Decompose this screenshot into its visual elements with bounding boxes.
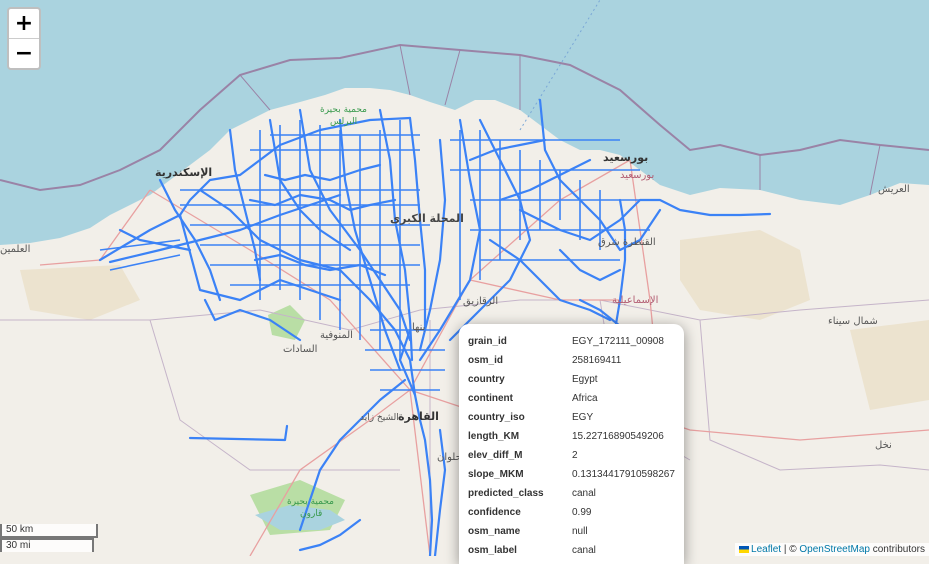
attribute-key: osm_label [468, 545, 517, 556]
feature-attributes-table: grain_id EGY_172111_00908 osm_id 258169411 c… [468, 332, 675, 560]
attribute-value: Egypt [572, 374, 598, 385]
attribute-value: 2 [572, 450, 578, 461]
label-banha: بنها [412, 322, 425, 333]
attribute-key: length_KM [468, 431, 520, 442]
attribution-suffix: contributors [869, 544, 925, 555]
attribute-value: Africa [572, 393, 598, 404]
label-cairo: القاهرة [398, 410, 439, 423]
popup-row: osm_id 258169411 [468, 351, 675, 370]
label-port-said-sub: بورسعيد [620, 170, 654, 181]
scale-control: 50 km 30 mi [0, 524, 98, 552]
label-arish: العريش [878, 184, 910, 195]
label-alamein: العلمين [0, 244, 30, 255]
osm-link[interactable]: OpenStreetMap [799, 544, 870, 555]
attribute-value: canal [572, 545, 596, 556]
popup-row: confidence 0.99 [468, 503, 675, 522]
popup-row: grain_id EGY_172111_00908 [468, 332, 675, 351]
zoom-out-button[interactable]: − [9, 38, 39, 68]
attribute-key: osm_name [468, 526, 521, 537]
attribute-key: confidence [468, 507, 521, 518]
ukraine-flag-icon [739, 545, 750, 553]
attribution: Leaflet | © OpenStreetMap contributors [735, 543, 929, 556]
scale-metric: 50 km [0, 524, 98, 538]
label-zagazig: الزقازيق [463, 296, 498, 307]
popup-row: continent Africa [468, 389, 675, 408]
attribute-key: predicted_class [468, 488, 544, 499]
label-sheikh-zayed: الشيخ زايد [360, 413, 399, 423]
label-nakhl: نخل [875, 440, 892, 451]
leaflet-link[interactable]: Leaflet [751, 544, 781, 555]
label-port-said: بورسعيد [603, 151, 648, 164]
label-burullus-1: محمية بحيرة [320, 105, 367, 115]
popup-row: slope_MKM 0.13134417910598267 [468, 465, 675, 484]
label-ismailia: الإسماعيلية [612, 295, 658, 306]
label-menoufia: المنوفية [320, 330, 353, 341]
attribute-value: canal [572, 488, 596, 499]
attribute-value: 0.13134417910598267 [572, 469, 675, 480]
label-mahalla: المحلة الكبرى [390, 212, 464, 225]
attribute-value: 258169411 [572, 355, 622, 366]
label-qarun-1: محمية بحيرة [287, 497, 334, 507]
popup-row: country Egypt [468, 370, 675, 389]
zoom-in-button[interactable]: + [9, 9, 39, 38]
attribute-key: continent [468, 393, 513, 404]
attribute-key: grain_id [468, 336, 507, 347]
attribute-value: 15.22716890549206 [572, 431, 664, 442]
label-burullus-2: البرلس [330, 117, 357, 127]
popup-row: length_KM 15.22716890549206 [468, 427, 675, 446]
popup-row: osm_name null [468, 522, 675, 541]
attribute-value: null [572, 526, 588, 537]
attribute-value: EGY [572, 412, 594, 423]
feature-popup: grain_id EGY_172111_00908 osm_id 258169411 c… [459, 324, 684, 564]
attribute-key: osm_id [468, 355, 504, 366]
zoom-control: + − [7, 7, 41, 70]
label-north-sinai: شمال سيناء [828, 316, 878, 327]
attribute-value: EGY_172111_00908 [572, 336, 664, 347]
attribute-key: country_iso [468, 412, 525, 423]
attribute-key: country [468, 374, 505, 385]
label-alexandria: الإسكندرية [155, 166, 212, 179]
popup-row: osm_label canal [468, 541, 675, 560]
scale-imperial: 30 mi [0, 538, 94, 552]
popup-row: country_iso EGY [468, 408, 675, 427]
label-qarun-2: قارون [300, 509, 322, 519]
label-sadat: السادات [283, 344, 317, 355]
popup-row: elev_diff_M 2 [468, 446, 675, 465]
label-qantara: القنطرة شرق [598, 237, 656, 248]
attribution-separator: | © [781, 544, 800, 555]
attribute-value: 0.99 [572, 507, 592, 518]
attribute-key: elev_diff_M [468, 450, 523, 461]
popup-row: predicted_class canal [468, 484, 675, 503]
attribute-key: slope_MKM [468, 469, 524, 480]
